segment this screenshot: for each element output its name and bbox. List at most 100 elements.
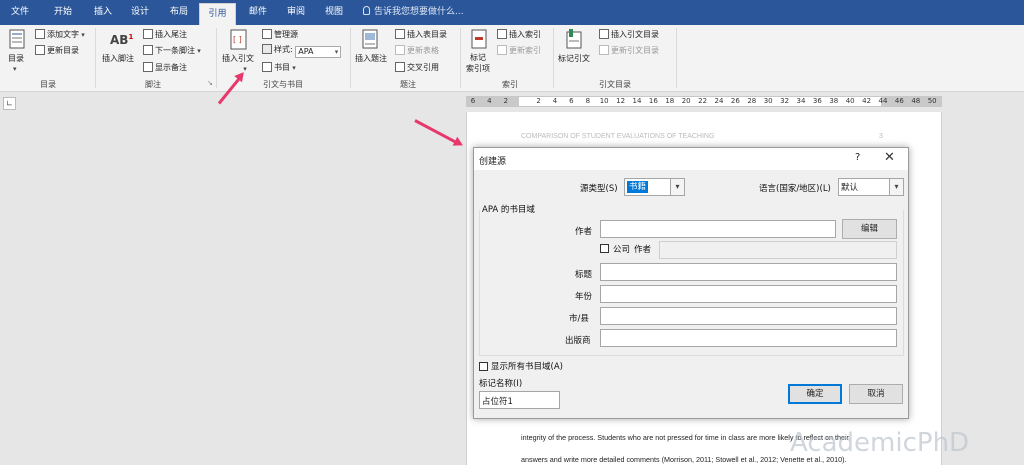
table-of-contents-icon <box>9 29 25 49</box>
ruler-tick-label: 8 <box>585 97 591 105</box>
group-separator <box>553 28 554 88</box>
ruler-tick-label: 2 <box>536 97 541 105</box>
tab-stop-selector[interactable]: ∟ <box>3 97 16 110</box>
ruler-tick-label: 44 <box>878 97 888 105</box>
group-separator <box>350 28 351 88</box>
update-toc-button[interactable]: 更新目录 <box>35 45 79 56</box>
cross-reference-button[interactable]: 交叉引用 <box>395 62 439 73</box>
ruler-tick-label: 6 <box>470 97 476 105</box>
insert-table-of-figures-button[interactable]: 插入表目录 <box>395 29 447 40</box>
ruler-tick-label: 12 <box>616 97 626 105</box>
horizontal-ruler[interactable]: 6 4 2 2 4 6 8 10 12 14 16 18 20 22 24 26 28 30 32 34 36 38 40 4… <box>466 96 942 107</box>
running-header: COMPARISON OF STUDENT EVALUATIONS OF TEA… <box>521 133 715 140</box>
ruler-tick-label: 6 <box>569 97 574 105</box>
source-type-value: 书籍 <box>627 181 649 193</box>
insert-caption-icon <box>362 29 378 49</box>
language-dropdown[interactable]: 默认 ▾ <box>838 178 904 196</box>
ruler-tick-label: 28 <box>747 97 757 105</box>
show-notes-button[interactable]: 显示备注 <box>143 62 187 73</box>
manage-sources-button[interactable]: 管理源 <box>262 29 298 40</box>
tell-me-search[interactable]: 告诉我您想要做什么... <box>363 0 464 25</box>
ribbon-references: 目录 ▾ 添加文字 ▾ 更新目录 目录 AB1 插入脚注 插入尾注 下一条脚注 ▾… <box>0 25 1024 92</box>
corporate-author-input <box>659 241 897 259</box>
ruler-tick-label: 36 <box>812 97 822 105</box>
footnotes-launcher-icon[interactable]: ↘ <box>207 79 213 87</box>
add-text-button[interactable]: 添加文字 ▾ <box>35 29 85 40</box>
cross-reference-icon <box>395 62 405 72</box>
corporate-author-checkbox[interactable] <box>600 244 609 253</box>
ruler-tick-label: 4 <box>487 97 492 105</box>
language-value: 默认 <box>841 183 859 193</box>
ruler-tick-label: 4 <box>552 97 558 105</box>
ruler-tick-label: 10 <box>599 97 609 105</box>
ruler-tick-label: 18 <box>665 97 675 105</box>
edit-author-button[interactable]: 编辑 <box>842 219 897 239</box>
insert-toa-icon <box>599 29 609 39</box>
year-input[interactable] <box>600 285 897 303</box>
insert-footnote-button[interactable]: 插入脚注 <box>102 53 134 64</box>
tab-mailings[interactable]: 邮件 <box>240 0 276 25</box>
insert-index-icon <box>497 29 507 39</box>
tab-design[interactable]: 设计 <box>122 0 158 25</box>
help-button[interactable]: ? <box>855 152 860 163</box>
publisher-input[interactable] <box>600 329 897 347</box>
title-label: 标题 <box>575 270 593 280</box>
year-label: 年份 <box>575 292 593 302</box>
show-all-fields-checkbox[interactable] <box>479 362 488 371</box>
mark-citation-button[interactable]: 标记引文 <box>558 53 590 64</box>
author-label: 作者 <box>575 227 593 237</box>
update-toa-button[interactable]: 更新引文目录 <box>599 45 659 56</box>
tab-home[interactable]: 开始 <box>45 0 81 25</box>
style-selector[interactable]: 样式: APA <box>262 44 342 58</box>
bibliography-icon <box>262 62 272 72</box>
insert-endnote-button[interactable]: 插入尾注 <box>143 29 187 40</box>
ruler-tick-label: 20 <box>681 97 691 105</box>
ruler-tick-label: 34 <box>796 97 806 105</box>
source-type-dropdown[interactable]: 书籍 ▾ <box>624 178 685 196</box>
insert-caption-button[interactable]: 插入题注 <box>355 53 387 64</box>
tab-view[interactable]: 视图 <box>316 0 352 25</box>
close-button[interactable]: ✕ <box>884 150 895 165</box>
city-label: 市/县 <box>569 314 589 324</box>
table-of-figures-icon <box>395 29 405 39</box>
group-title: APA 的书目域 <box>482 203 539 215</box>
ok-button[interactable]: 确定 <box>788 384 842 404</box>
tab-file[interactable]: 文件 <box>2 0 38 25</box>
footnote-icon: AB1 <box>110 33 134 47</box>
title-input[interactable] <box>600 263 897 281</box>
cancel-button[interactable]: 取消 <box>849 384 903 404</box>
toc-button[interactable]: 目录 ▾ <box>8 53 24 73</box>
mark-citation-icon <box>566 29 582 49</box>
show-all-fields-label: 显示所有书目域(A) <box>491 362 563 372</box>
update-table-button[interactable]: 更新表格 <box>395 45 439 56</box>
update-toa-icon <box>599 45 609 55</box>
corporate-checkbox-label: 公司 <box>613 245 631 255</box>
author-input[interactable] <box>600 220 836 238</box>
mark-entry-button[interactable]: 标记 索引项 <box>466 52 490 74</box>
ruler-tick-label: 46 <box>894 97 904 105</box>
style-dropdown[interactable]: APA <box>295 46 342 58</box>
watermark-logo: AcademicPhD <box>790 428 970 458</box>
next-footnote-button[interactable]: 下一条脚注 ▾ <box>143 45 201 56</box>
update-index-button[interactable]: 更新索引 <box>497 45 541 56</box>
dialog-title: 创建源 <box>479 157 507 167</box>
tab-references[interactable]: 引用 <box>199 3 236 25</box>
update-table-icon <box>395 45 405 55</box>
corporate-author-label: 作者 <box>634 245 652 255</box>
group-index-label: 索引 <box>502 80 518 89</box>
insert-toa-button[interactable]: 插入引文目录 <box>599 29 659 40</box>
insert-index-button[interactable]: 插入索引 <box>497 29 541 40</box>
update-toc-icon <box>35 45 45 55</box>
bibliography-button[interactable]: 书目 ▾ <box>262 62 296 73</box>
tab-layout[interactable]: 布局 <box>161 0 197 25</box>
ruler-tick-label: 48 <box>911 97 921 105</box>
ruler-tick-label: 40 <box>845 97 855 105</box>
tab-insert[interactable]: 插入 <box>85 0 121 25</box>
city-input[interactable] <box>600 307 897 325</box>
ruler-tick-label: 24 <box>714 97 724 105</box>
tag-name-input[interactable]: 占位符1 <box>479 391 560 409</box>
chevron-down-icon: ▾ <box>889 179 903 195</box>
show-notes-icon <box>143 62 153 72</box>
tab-review[interactable]: 审阅 <box>278 0 314 25</box>
ruler-tick-label: 32 <box>780 97 790 105</box>
